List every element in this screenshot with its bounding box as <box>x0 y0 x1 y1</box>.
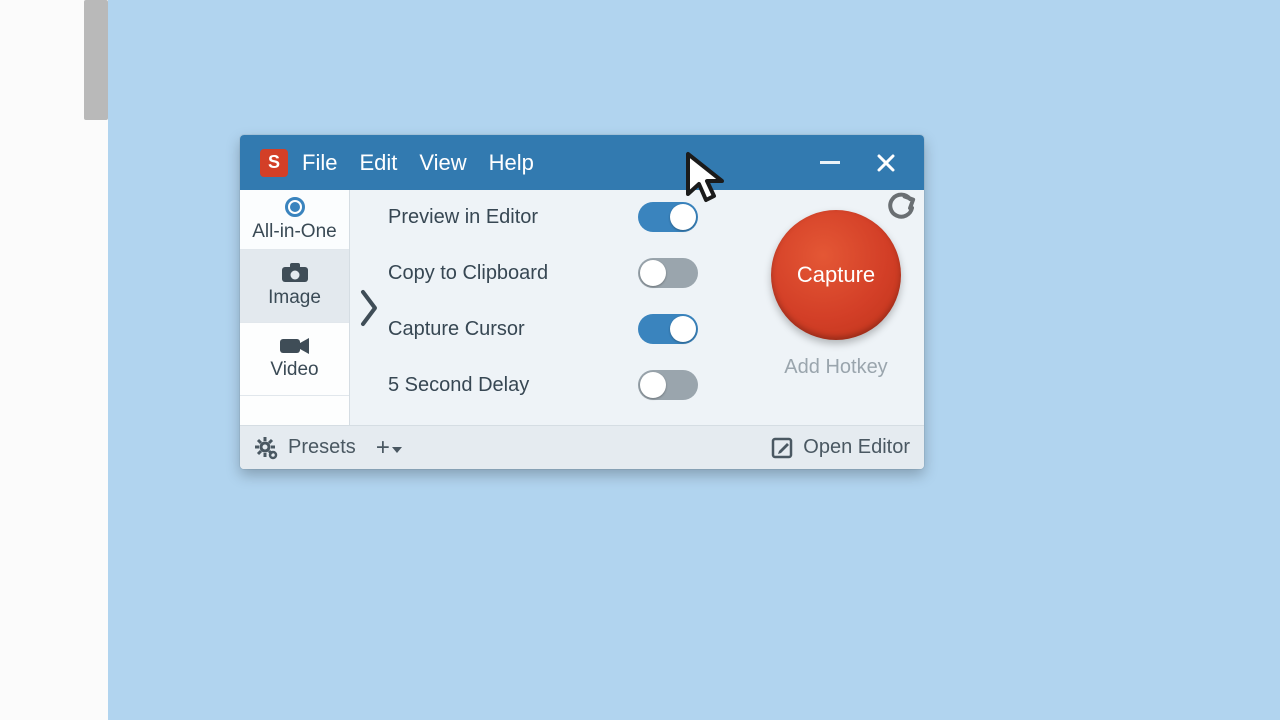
option-label: Capture Cursor <box>388 318 638 341</box>
option-label: Preview in Editor <box>388 206 638 229</box>
reset-icon[interactable] <box>886 192 916 222</box>
menu-view[interactable]: View <box>419 150 466 176</box>
option-preview-in-editor: Preview in Editor <box>388 202 748 232</box>
toggle-copy-to-clipboard[interactable] <box>638 258 698 288</box>
snagit-capture-window: S File Edit View Help All-in-One Image <box>240 135 924 469</box>
radio-icon <box>285 197 305 217</box>
plus-icon: + <box>376 436 390 460</box>
camera-icon <box>281 263 309 283</box>
titlebar[interactable]: S File Edit View Help <box>240 135 924 190</box>
option-capture-cursor: Capture Cursor <box>388 314 748 344</box>
option-five-second-delay: 5 Second Delay <box>388 370 748 400</box>
window-controls <box>820 153 914 173</box>
background-window-edge <box>0 0 108 720</box>
menu-bar: File Edit View Help <box>302 150 534 176</box>
app-logo-icon: S <box>260 149 288 177</box>
toggle-five-second-delay[interactable] <box>638 370 698 400</box>
tab-label: Image <box>268 287 321 309</box>
open-editor-button[interactable]: Open Editor <box>803 436 910 459</box>
expand-options-chevron[interactable] <box>350 190 388 425</box>
option-label: 5 Second Delay <box>388 374 638 397</box>
minimize-icon[interactable] <box>820 161 840 164</box>
footer-bar: Presets + Open Editor <box>240 425 924 469</box>
window-body: All-in-One Image Video Preview in Editor <box>240 190 924 425</box>
capture-options: Preview in Editor Copy to Clipboard Capt… <box>388 190 748 425</box>
capture-button[interactable]: Capture <box>771 210 901 340</box>
close-icon[interactable] <box>876 153 896 173</box>
toggle-preview-in-editor[interactable] <box>638 202 698 232</box>
tab-label: All-in-One <box>252 221 336 243</box>
tab-image[interactable]: Image <box>240 250 349 323</box>
add-hotkey-label[interactable]: Add Hotkey <box>784 356 887 379</box>
tab-label: Video <box>270 359 318 381</box>
capture-panel: Capture Add Hotkey <box>748 190 924 425</box>
tab-all-in-one[interactable]: All-in-One <box>240 190 349 250</box>
menu-help[interactable]: Help <box>489 150 534 176</box>
menu-file[interactable]: File <box>302 150 337 176</box>
toggle-capture-cursor[interactable] <box>638 314 698 344</box>
dropdown-caret-icon <box>392 447 402 453</box>
option-label: Copy to Clipboard <box>388 262 638 285</box>
open-editor-icon <box>771 437 793 459</box>
scrollbar-thumb[interactable] <box>84 0 108 120</box>
video-icon <box>280 337 310 355</box>
footer-left: Presets + <box>254 436 402 460</box>
presets-button[interactable]: Presets <box>288 436 356 459</box>
menu-edit[interactable]: Edit <box>359 150 397 176</box>
tab-video[interactable]: Video <box>240 323 349 396</box>
gear-icon[interactable] <box>254 436 278 460</box>
footer-right: Open Editor <box>771 436 910 459</box>
option-copy-to-clipboard: Copy to Clipboard <box>388 258 748 288</box>
capture-mode-sidebar: All-in-One Image Video <box>240 190 350 425</box>
add-preset-button[interactable]: + <box>376 436 402 460</box>
